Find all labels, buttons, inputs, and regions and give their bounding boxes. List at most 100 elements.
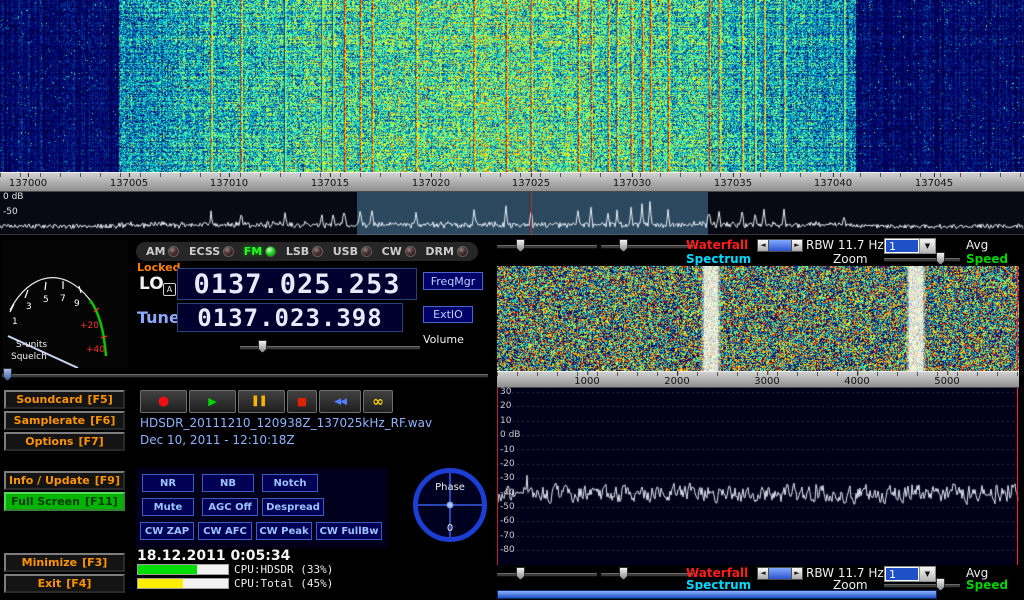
zoom-left-arrow-icon[interactable]: ◄ — [757, 567, 769, 580]
fullscreen-button[interactable]: Full Screen [F11] — [4, 492, 125, 511]
ruler-tick: 137015 — [311, 178, 349, 189]
cpu-total-bar-fill — [138, 579, 183, 588]
mode-lsb-button[interactable]: LSB — [286, 245, 323, 258]
mode-drm-button[interactable]: DRM — [425, 245, 468, 258]
mode-ecss-button[interactable]: ECSS — [189, 245, 234, 258]
nr-button[interactable]: NR — [142, 474, 194, 492]
s-meter-label-plus40: +40 — [86, 345, 105, 355]
fullscreen-label: Full Screen — [11, 495, 80, 508]
rf-ruler-tick: 1000 — [574, 376, 599, 387]
extio-button[interactable]: ExtIO — [423, 306, 473, 323]
rf-top-slider2-track[interactable] — [601, 245, 693, 249]
cw-fullbw-button[interactable]: CW FullBw — [316, 522, 382, 540]
tune-frequency-display[interactable]: 0137.023.398 — [177, 303, 403, 332]
speed-slider-track-top[interactable] — [884, 258, 960, 262]
play-button[interactable]: ▶ — [189, 390, 236, 413]
rf-spectrum-display[interactable] — [497, 388, 1019, 565]
waterfall-mode-label-top[interactable]: Waterfall — [686, 238, 748, 252]
rf-waterfall-display[interactable] — [497, 266, 1019, 371]
spectrum-db-mid-label: -50 — [3, 207, 18, 217]
phase-value: 0 — [447, 523, 453, 534]
mode-fm-button[interactable]: FM — [244, 245, 276, 258]
main-spectrum-display[interactable]: 0 dB -50 — [0, 192, 1024, 235]
lo-auto-badge[interactable]: A — [163, 283, 176, 296]
despread-button[interactable]: Despread — [262, 498, 324, 516]
mode-drm-label: DRM — [425, 245, 454, 258]
samplerate-button[interactable]: Samplerate [F6] — [4, 411, 125, 430]
speed-slider-thumb-bottom[interactable] — [936, 578, 945, 591]
options-button[interactable]: Options [F7] — [4, 432, 125, 451]
hdsdr-window: 137000 137005 137010 137015 137020 13702… — [0, 0, 1024, 600]
exit-label: Exit — [38, 577, 62, 590]
lo-frequency-display[interactable]: 0137.025.253 — [177, 268, 417, 300]
mute-button[interactable]: Mute — [142, 498, 194, 516]
agc-off-button[interactable]: AGC Off — [202, 498, 258, 516]
minimize-button[interactable]: Minimize [F3] — [4, 553, 125, 572]
info-update-button[interactable]: Info / Update [F9] — [4, 471, 125, 490]
stop-icon: ■ — [297, 395, 307, 408]
rf-top-slider1-thumb[interactable] — [516, 239, 525, 252]
rf-db-label: 30 — [500, 387, 511, 397]
zoom-right-arrow-icon[interactable]: ► — [791, 239, 803, 252]
combo-dropdown-icon[interactable]: ▼ — [919, 567, 935, 581]
cpu-total-label: CPU:Total (45%) — [234, 577, 333, 590]
lo-label: LO — [139, 274, 164, 294]
mode-lsb-label: LSB — [286, 245, 309, 258]
rf-db-label: -70 — [500, 531, 515, 541]
volume-slider-thumb[interactable] — [258, 340, 267, 353]
s-meter[interactable]: 1 3 5 7 9 +20 +40 S-units Squelch — [2, 240, 128, 368]
freqmgr-button[interactable]: FreqMgr — [423, 272, 483, 290]
avg-combo-top[interactable]: 1 ▼ — [884, 238, 936, 254]
mode-cw-button[interactable]: CW — [382, 245, 416, 258]
stop-button[interactable]: ■ — [287, 390, 317, 413]
rf-bottom-slider2-track[interactable] — [601, 573, 693, 577]
soundcard-label: Soundcard — [16, 393, 82, 406]
cw-afc-button[interactable]: CW AFC — [198, 522, 252, 540]
soundcard-button[interactable]: Soundcard [F5] — [4, 390, 125, 409]
ruler-tick: 137030 — [613, 178, 651, 189]
tune-cursor-line[interactable] — [531, 192, 532, 235]
rbw-label-top: RBW 11.7 Hz — [806, 238, 884, 252]
cw-zap-button[interactable]: CW ZAP — [140, 522, 194, 540]
zoom-scrollbar[interactable] — [497, 590, 937, 599]
cpu-hdsdr-label: CPU:HDSDR (33%) — [234, 563, 333, 576]
rf-db-label: -30 — [500, 473, 515, 483]
main-frequency-ruler[interactable]: 137000 137005 137010 137015 137020 13702… — [0, 172, 1024, 192]
mode-cw-led-icon — [405, 246, 416, 257]
avg-label-top: Avg — [966, 238, 988, 252]
s-meter-label-1: 1 — [12, 317, 18, 327]
pause-button[interactable]: ▌▌ — [238, 390, 285, 413]
mode-fm-label: FM — [244, 245, 262, 258]
loop-button[interactable]: ∞ — [363, 390, 393, 413]
record-button[interactable]: ● — [140, 390, 187, 413]
rewind-button[interactable]: ◀◀ — [319, 390, 361, 413]
avg-combo-bottom[interactable]: 1 ▼ — [884, 566, 936, 582]
rf-top-slider1-track[interactable] — [497, 245, 597, 249]
rf-bottom-slider1-track[interactable] — [497, 573, 597, 577]
rf-spectrum-trace — [497, 388, 1019, 565]
speed-slider-track-bottom[interactable] — [884, 584, 960, 588]
mode-am-button[interactable]: AM — [146, 245, 179, 258]
rf-top-slider2-thumb[interactable] — [619, 239, 628, 252]
zoom-scroll-thumb[interactable] — [769, 239, 791, 252]
rf-bottom-slider1-thumb[interactable] — [516, 567, 525, 580]
nb-button[interactable]: NB — [202, 474, 254, 492]
ruler-tick: 137045 — [915, 178, 953, 189]
rf-bottom-slider2-thumb[interactable] — [619, 567, 628, 580]
mode-usb-button[interactable]: USB — [333, 245, 372, 258]
squelch-slider-track[interactable] — [2, 374, 488, 378]
volume-slider-track[interactable] — [240, 346, 420, 350]
rf-frequency-ruler[interactable]: 1000 2000 3000 4000 5000 — [497, 371, 1019, 388]
zoom-left-arrow-icon[interactable]: ◄ — [757, 239, 769, 252]
zoom-right-arrow-icon[interactable]: ► — [791, 567, 803, 580]
speed-slider-thumb-top[interactable] — [936, 252, 945, 265]
spectrum-mode-label-top[interactable]: Spectrum — [686, 252, 751, 266]
combo-dropdown-icon[interactable]: ▼ — [919, 239, 935, 253]
exit-button[interactable]: Exit [F4] — [4, 574, 125, 593]
zoom-scroll-thumb[interactable] — [769, 567, 791, 580]
main-waterfall-display[interactable] — [0, 0, 1024, 172]
tune-label: Tune — [137, 308, 180, 327]
notch-button[interactable]: Notch — [262, 474, 318, 492]
cw-peak-button[interactable]: CW Peak — [256, 522, 312, 540]
squelch-slider-thumb[interactable] — [3, 368, 12, 381]
